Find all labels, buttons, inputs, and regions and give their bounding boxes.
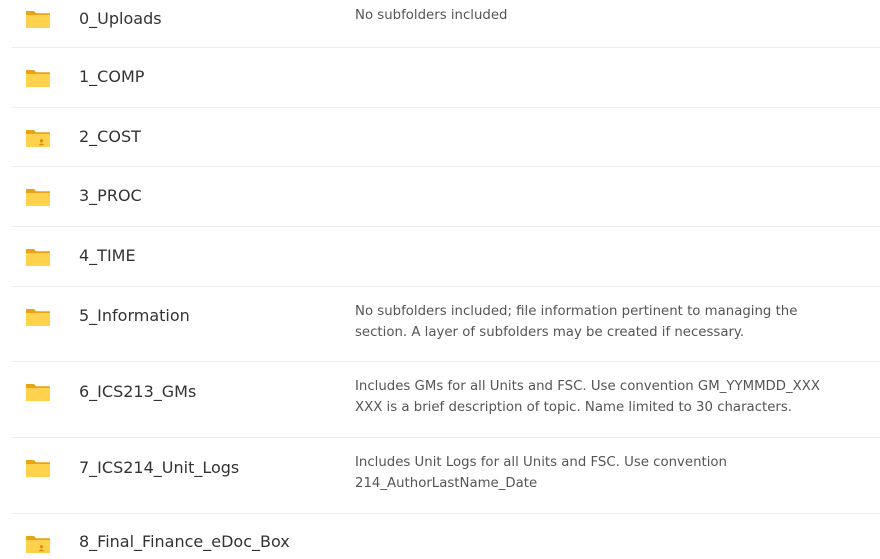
shared-folder-icon bbox=[25, 128, 51, 148]
folder-row[interactable]: 4_TIME bbox=[12, 227, 880, 287]
folder-row[interactable]: 6_ICS213_GMs Includes GMs for all Units a… bbox=[12, 362, 880, 438]
folder-row[interactable]: 1_COMP bbox=[12, 48, 880, 108]
folder-description-line: section. A layer of subfolders may be cr… bbox=[355, 325, 745, 340]
folder-icon bbox=[25, 458, 51, 478]
folder-row[interactable]: 8_Final_Finance_eDoc_Box bbox=[12, 514, 880, 559]
folder-name[interactable]: 5_Information bbox=[79, 306, 190, 326]
folder-row[interactable]: 7_ICS214_Unit_Logs Includes Unit Logs for… bbox=[12, 438, 880, 514]
folder-name[interactable]: 6_ICS213_GMs bbox=[79, 382, 196, 402]
folder-row[interactable]: 2_COST bbox=[12, 108, 880, 167]
folder-name[interactable]: 8_Final_Finance_eDoc_Box bbox=[79, 532, 290, 552]
folder-list: 0_Uploads No subfolders included 1_COMP 2… bbox=[0, 0, 880, 559]
folder-description-line: XXX is a brief description of topic. Nam… bbox=[355, 400, 793, 415]
folder-description: No subfolders included bbox=[355, 5, 880, 26]
folder-name[interactable]: 2_COST bbox=[79, 127, 141, 147]
folder-icon bbox=[25, 382, 51, 402]
folder-description-line: Includes Unit Logs for all Units and FSC… bbox=[355, 455, 727, 470]
folder-name[interactable]: 3_PROC bbox=[79, 186, 142, 206]
folder-name[interactable]: 7_ICS214_Unit_Logs bbox=[79, 458, 239, 478]
folder-icon bbox=[25, 9, 51, 29]
folder-name[interactable]: 1_COMP bbox=[79, 67, 144, 87]
folder-icon bbox=[25, 247, 51, 267]
folder-description: Includes GMs for all Units and FSC. Use … bbox=[355, 376, 880, 418]
shared-folder-icon bbox=[25, 534, 51, 554]
folder-row[interactable]: 3_PROC bbox=[12, 167, 880, 227]
folder-description-line: No subfolders included bbox=[355, 8, 508, 23]
folder-name[interactable]: 4_TIME bbox=[79, 246, 136, 266]
folder-description-line: No subfolders included; file information… bbox=[355, 304, 798, 319]
folder-icon bbox=[25, 307, 51, 327]
folder-description-line: 214_AuthorLastName_Date bbox=[355, 476, 538, 491]
folder-description: No subfolders included; file information… bbox=[355, 301, 880, 343]
folder-description: Includes Unit Logs for all Units and FSC… bbox=[355, 452, 880, 494]
folder-icon bbox=[25, 68, 51, 88]
folder-icon bbox=[25, 187, 51, 207]
folder-row[interactable]: 5_Information No subfolders included; fil… bbox=[12, 287, 880, 362]
folder-name[interactable]: 0_Uploads bbox=[79, 9, 162, 29]
folder-row[interactable]: 0_Uploads No subfolders included bbox=[12, 0, 880, 48]
folder-description-line: Includes GMs for all Units and FSC. Use … bbox=[355, 379, 821, 394]
